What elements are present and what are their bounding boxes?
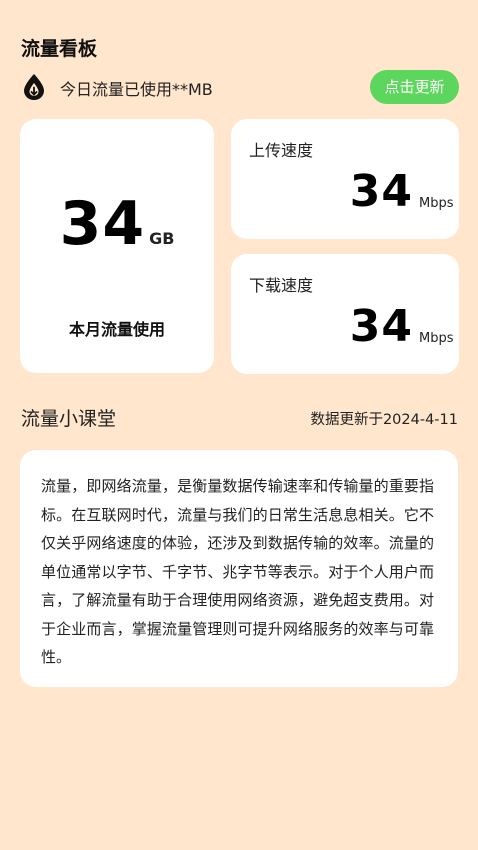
download-speed-value: 34 [349, 301, 413, 352]
water-drop-icon [21, 73, 47, 101]
lesson-card: 流量，即网络流量，是衡量数据传输速率和传输量的重要指标。在互联网时代，流量与我们… [20, 450, 458, 687]
lesson-section-title: 流量小课堂 [21, 408, 117, 430]
upload-speed-value-group: 34 Mbps [349, 166, 454, 217]
today-usage-row: 今日流量已使用**MB 点击更新 [21, 70, 459, 104]
data-update-date: 数据更新于2024-4-11 [310, 412, 458, 428]
lesson-body-text: 流量，即网络流量，是衡量数据传输速率和传输量的重要指标。在互联网时代，流量与我们… [41, 477, 434, 666]
traffic-dashboard-page: 流量看板 今日流量已使用**MB 点击更新 34 GB 本月流量使用 上传速度 3… [0, 0, 478, 850]
monthly-usage-unit: GB [149, 229, 175, 248]
download-speed-label: 下载速度 [249, 276, 314, 295]
download-speed-card: 下载速度 34 Mbps [231, 254, 459, 374]
refresh-button[interactable]: 点击更新 [370, 70, 459, 104]
monthly-usage-value: 34 [59, 189, 146, 259]
today-usage-text: 今日流量已使用**MB [60, 80, 213, 99]
monthly-usage-label: 本月流量使用 [68, 320, 165, 339]
upload-speed-card: 上传速度 34 Mbps [231, 119, 459, 239]
page-title: 流量看板 [21, 38, 98, 60]
download-speed-value-group: 34 Mbps [349, 301, 454, 352]
download-speed-unit: Mbps [419, 331, 454, 346]
monthly-usage-card: 34 GB 本月流量使用 [20, 119, 214, 373]
upload-speed-unit: Mbps [419, 196, 454, 211]
upload-speed-value: 34 [349, 166, 413, 217]
upload-speed-label: 上传速度 [249, 141, 314, 160]
monthly-usage-value-group: 34 GB [20, 189, 214, 259]
